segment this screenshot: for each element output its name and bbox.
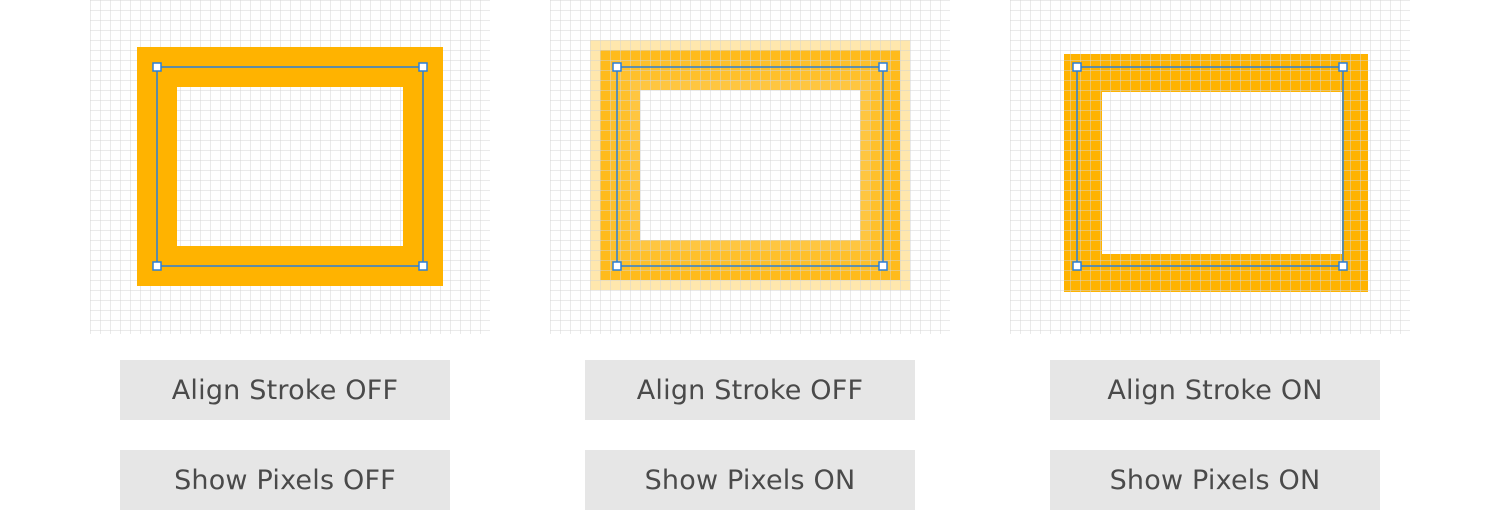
selection-handle-top-left[interactable] (612, 62, 622, 72)
selection-handle-bottom-right[interactable] (878, 261, 888, 271)
canvas-stroke-off-pixels-off (90, 0, 490, 334)
selection-handle-bottom-right[interactable] (418, 261, 428, 271)
align-stroke-label-3: Align Stroke ON (1050, 360, 1380, 420)
pixel-grid (1010, 0, 1410, 334)
selection-handle-top-right[interactable] (878, 62, 888, 72)
align-stroke-label-1: Align Stroke OFF (120, 360, 450, 420)
show-pixels-label-2: Show Pixels ON (585, 450, 915, 510)
artboard-2 (550, 0, 950, 334)
selection-handle-top-right[interactable] (1338, 62, 1348, 72)
selection-handle-bottom-left[interactable] (1072, 261, 1082, 271)
selection-handle-bottom-left[interactable] (152, 261, 162, 271)
canvas-stroke-off-pixels-on (550, 0, 950, 334)
selection-handle-top-left[interactable] (152, 62, 162, 72)
selection-handle-top-left[interactable] (1072, 62, 1082, 72)
pixel-grid (550, 0, 950, 334)
show-pixels-label-1: Show Pixels OFF (120, 450, 450, 510)
selection-handle-bottom-right[interactable] (1338, 261, 1348, 271)
artboard-3 (1010, 0, 1410, 334)
show-pixels-label-3: Show Pixels ON (1050, 450, 1380, 510)
artboard-1 (90, 0, 490, 334)
selection-handle-bottom-left[interactable] (612, 261, 622, 271)
canvas-stroke-on-pixels-on (1010, 0, 1410, 334)
selection-handle-top-right[interactable] (418, 62, 428, 72)
align-stroke-label-2: Align Stroke OFF (585, 360, 915, 420)
